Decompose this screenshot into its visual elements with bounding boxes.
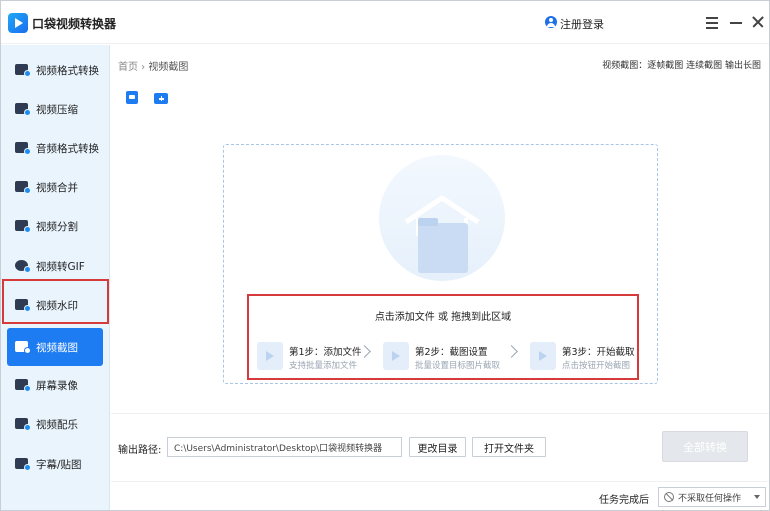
step-subtitle: 批量设置目标图片截取 xyxy=(415,361,501,371)
screenshot-mode-links[interactable]: 视频截图：逐帧截图 连续截图 输出长图 xyxy=(602,58,761,71)
open-folder-button[interactable]: 打开文件夹 xyxy=(472,437,546,457)
step-screenshot-settings: 第2步：截图设置 批量设置目标图片截取 xyxy=(383,342,503,372)
add-folder-icon[interactable] xyxy=(154,91,168,105)
dropzone-highlight-box: 点击添加文件 或 拖拽到此区域 第1步：添加文件 支持批量添加文件 第2步：截图… xyxy=(247,294,639,380)
sidebar-item-label: 视频合并 xyxy=(36,181,78,194)
sidebar-item-label: 视频分割 xyxy=(36,220,78,233)
minimize-icon[interactable] xyxy=(728,13,744,31)
start-step-icon xyxy=(530,342,556,370)
after-task-label: 任务完成后 xyxy=(599,495,649,506)
menu-icon[interactable] xyxy=(704,13,720,31)
title-bar: 口袋视频转换器 注册登录 xyxy=(1,1,769,44)
step-title: 第3步：开始截取 xyxy=(562,347,635,358)
app-window: 口袋视频转换器 注册登录 视频格式转换 视频压缩 音频格式转换 视频合并 视频分… xyxy=(0,0,770,511)
no-action-icon xyxy=(664,492,674,502)
folder-icon xyxy=(418,218,468,273)
step-title: 第2步：截图设置 xyxy=(415,347,488,358)
user-icon[interactable] xyxy=(545,16,557,28)
sidebar-item-label: 视频转GIF xyxy=(36,260,85,273)
sidebar-item-subtitle[interactable]: 字幕/贴图 xyxy=(1,445,109,483)
convert-all-button[interactable]: 全部转换 xyxy=(662,431,748,462)
video-split-icon xyxy=(15,219,31,233)
subtitle-icon xyxy=(15,457,31,471)
sidebar-item-video-music[interactable]: 视频配乐 xyxy=(1,405,109,443)
sidebar-item-label: 视频配乐 xyxy=(36,418,78,431)
video-compress-icon xyxy=(15,102,31,116)
sidebar-item-label: 视频压缩 xyxy=(36,103,78,116)
sidebar-item-video-convert[interactable]: 视频格式转换 xyxy=(1,51,109,89)
step-subtitle: 点击按钮开始截图 xyxy=(562,361,631,371)
breadcrumb-current: 视频截图 xyxy=(148,62,189,73)
sidebar-item-label: 字幕/贴图 xyxy=(36,458,82,471)
video-convert-icon xyxy=(15,63,31,77)
after-task-value: 不采取任何操作 xyxy=(678,493,742,504)
sidebar-item-label: 视频格式转换 xyxy=(36,64,99,77)
divider xyxy=(111,481,769,482)
sidebar-item-video-split[interactable]: 视频分割 xyxy=(1,207,109,245)
step-add-file: 第1步：添加文件 支持批量添加文件 xyxy=(257,342,362,372)
screenshot-icon xyxy=(15,340,31,354)
chevron-right-icon xyxy=(505,345,518,358)
app-logo-icon xyxy=(8,13,28,33)
sidebar: 视频格式转换 视频压缩 音频格式转换 视频合并 视频分割 视频转GIF 视频水印… xyxy=(1,45,110,510)
breadcrumb: 首页 › 视频截图 xyxy=(118,62,189,73)
step-title: 第1步：添加文件 xyxy=(289,347,362,358)
step-start-capture: 第3步：开始截取 点击按钮开始截图 xyxy=(530,342,635,372)
music-icon xyxy=(15,417,31,431)
app-title: 口袋视频转换器 xyxy=(32,17,117,31)
change-directory-button[interactable]: 更改目录 xyxy=(409,437,466,457)
login-link[interactable]: 注册登录 xyxy=(560,16,604,32)
sidebar-item-label: 视频截图 xyxy=(36,341,78,354)
after-task-select[interactable]: 不采取任何操作 xyxy=(658,487,766,507)
add-file-icon[interactable] xyxy=(125,91,139,105)
sidebar-item-video-merge[interactable]: 视频合并 xyxy=(1,168,109,206)
sidebar-item-label: 屏幕录像 xyxy=(36,379,78,392)
sidebar-item-audio-convert[interactable]: 音频格式转换 xyxy=(1,129,109,167)
screen-record-icon xyxy=(15,378,31,392)
settings-step-icon xyxy=(383,342,409,370)
breadcrumb-home[interactable]: 首页 xyxy=(118,62,138,73)
chevron-down-icon xyxy=(754,495,760,499)
output-path-input[interactable] xyxy=(167,437,402,457)
audio-convert-icon xyxy=(15,141,31,155)
sidebar-item-video-screenshot[interactable]: 视频截图 xyxy=(7,328,103,366)
divider xyxy=(111,413,769,414)
output-path-label: 输出路径: xyxy=(118,445,162,456)
dropzone-text: 点击添加文件 或 拖拽到此区域 xyxy=(374,312,512,323)
video-merge-icon xyxy=(15,180,31,194)
step-subtitle: 支持批量添加文件 xyxy=(289,361,358,371)
add-file-step-icon xyxy=(257,342,283,370)
gif-icon xyxy=(15,259,31,273)
sidebar-highlight-box xyxy=(2,279,109,324)
sidebar-item-screen-record[interactable]: 屏幕录像 xyxy=(1,366,109,404)
sidebar-item-video-compress[interactable]: 视频压缩 xyxy=(1,90,109,128)
sidebar-item-label: 音频格式转换 xyxy=(36,142,99,155)
close-icon[interactable] xyxy=(750,13,766,31)
